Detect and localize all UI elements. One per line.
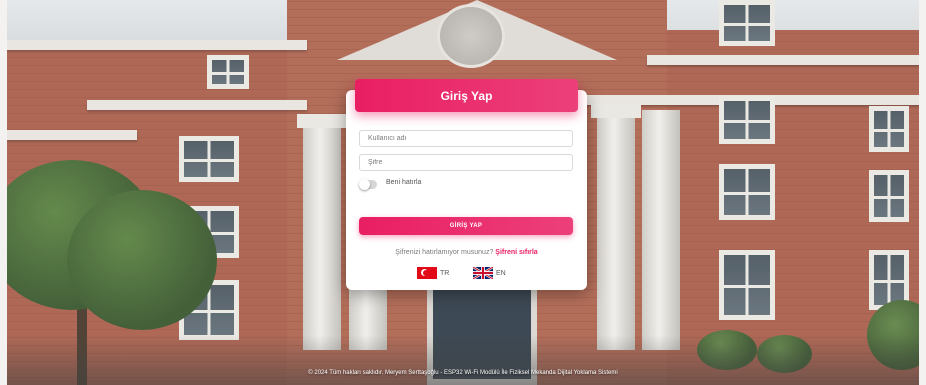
forgot-password-text: Şifrenizi hatırlamıyor musunuz? xyxy=(395,249,494,256)
login-button[interactable]: GİRİŞ YAP xyxy=(359,217,573,235)
login-title: Giriş Yap xyxy=(355,79,578,112)
remember-me-toggle[interactable] xyxy=(359,179,377,190)
language-en-label: EN xyxy=(496,269,506,277)
turkey-flag-icon xyxy=(417,267,437,279)
reset-password-link[interactable]: Şifreni sıfırla xyxy=(495,249,537,256)
uk-flag-icon xyxy=(473,267,493,279)
password-input[interactable] xyxy=(359,154,573,171)
forgot-password-row: Şifrenizi hatırlamıyor musunuz? Şifreni … xyxy=(346,249,587,256)
footer-text: © 2024 Tüm hakları saklıdır. Meryem Sert… xyxy=(308,369,618,376)
language-en[interactable]: EN xyxy=(473,267,506,279)
login-card xyxy=(346,90,587,290)
username-input[interactable] xyxy=(359,130,573,147)
toggle-knob xyxy=(359,179,370,190)
remember-me-label: Beni hatırla xyxy=(386,179,422,186)
language-tr-label: TR xyxy=(440,269,450,277)
language-tr[interactable]: TR xyxy=(417,267,449,279)
footer: © 2024 Tüm hakları saklıdır. Meryem Sert… xyxy=(0,360,926,385)
